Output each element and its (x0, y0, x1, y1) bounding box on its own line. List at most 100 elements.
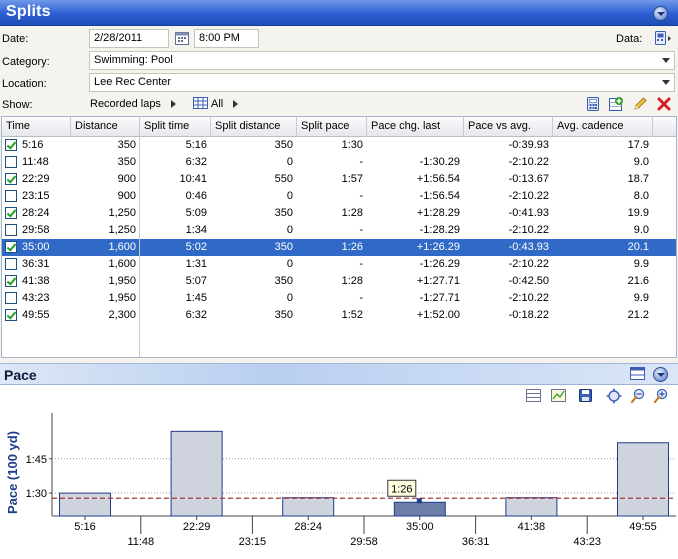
calendar-icon[interactable] (174, 30, 190, 46)
x-tick-label: 29:58 (350, 536, 378, 548)
plot-area (52, 413, 676, 516)
row-checkbox[interactable] (5, 224, 17, 236)
row-checkbox[interactable] (5, 173, 17, 185)
cell-pace-chg: -1:26.29 (419, 258, 460, 270)
cell-cadence: 20.1 (627, 241, 649, 253)
column-header-split-distance[interactable]: Split distance (211, 117, 297, 137)
delete-x-icon[interactable] (656, 96, 672, 112)
column-header-split-pace[interactable]: Split pace (297, 117, 367, 137)
add-icon[interactable] (608, 96, 624, 112)
column-header-distance[interactable]: Distance (71, 117, 140, 137)
cell-pace-vs-avg: -0:13.67 (508, 173, 549, 185)
row-checkbox[interactable] (5, 139, 17, 151)
row-checkbox[interactable] (5, 241, 17, 253)
pace-bar[interactable] (393, 501, 446, 517)
table-row[interactable]: 29:58 1,250 1:34 0 - -1:28.29 -2:10.22 9.0 (2, 222, 676, 239)
cell-split-pace: 1:57 (341, 173, 363, 185)
cell-time: 41:38 (22, 275, 50, 287)
table-row[interactable]: 28:24 1,250 5:09 350 1:28 +1:28.29 -0:41.93 19.… (2, 205, 676, 222)
cell-split-time: 5:16 (185, 139, 207, 151)
cell-pace-vs-avg: -2:10.22 (508, 224, 549, 236)
cell-time: 11:48 (22, 156, 49, 168)
chevron-down-icon[interactable] (662, 58, 670, 63)
cell-time: 23:15 (22, 190, 50, 202)
cell-pace-vs-avg: -2:10.22 (508, 190, 549, 202)
date-field[interactable]: 2/28/2011 (89, 29, 169, 48)
category-select[interactable]: Swimming: Pool (89, 51, 675, 70)
cell-split-time: 6:32 (185, 309, 207, 321)
filter-all-button[interactable]: All (211, 98, 223, 110)
collapse-icon[interactable] (653, 6, 668, 21)
pace-bar[interactable] (282, 497, 335, 517)
location-select[interactable]: Lee Rec Center (89, 73, 675, 92)
pace-bar[interactable] (617, 442, 669, 517)
cell-split-pace: - (359, 224, 363, 236)
category-label: Category: (2, 56, 50, 68)
row-checkbox[interactable] (5, 156, 17, 168)
cell-split-time: 5:02 (185, 241, 207, 253)
cell-pace-chg: -1:30.29 (419, 156, 460, 168)
pace-bar[interactable] (170, 430, 223, 517)
cell-time: 29:58 (22, 224, 50, 236)
grid-filter-icon[interactable] (193, 97, 209, 110)
row-checkbox[interactable] (5, 275, 17, 287)
cell-pace-vs-avg: -0:39.93 (508, 139, 549, 151)
table-row[interactable]: 41:38 1,950 5:07 350 1:28 +1:27.71 -0:42.50 21.… (2, 273, 676, 290)
cell-split-pace: - (359, 292, 363, 304)
cell-split-time: 6:32 (185, 156, 207, 168)
location-label: Location: (2, 78, 47, 90)
table-row[interactable]: 35:00 1,600 5:02 350 1:26 +1:26.29 -0:43.93 20.… (2, 239, 676, 256)
calculator-icon[interactable] (585, 96, 601, 112)
cell-pace-chg: +1:52.00 (416, 309, 460, 321)
layout-icon[interactable] (630, 367, 646, 381)
column-header-split-time[interactable]: Split time (140, 117, 211, 137)
pace-bar[interactable] (59, 492, 111, 517)
cell-time: 28:24 (22, 207, 50, 219)
y-tick-label: 1:30 (26, 488, 47, 500)
table-row[interactable]: 43:23 1,950 1:45 0 - -1:27.71 -2:10.22 9.9 (2, 290, 676, 307)
cell-time: 35:00 (22, 241, 50, 253)
data-device-icon[interactable] (653, 30, 673, 46)
cell-split-distance: 350 (274, 139, 293, 151)
column-header-pace-chg-last[interactable]: Pace chg. last (367, 117, 464, 137)
row-checkbox[interactable] (5, 258, 17, 270)
cell-distance: 1,600 (108, 241, 136, 253)
y-axis-label: Pace (100 yd) (5, 431, 20, 514)
cell-split-pace: - (359, 156, 363, 168)
pace-bar[interactable] (505, 497, 558, 517)
row-checkbox[interactable] (5, 190, 17, 202)
row-checkbox[interactable] (5, 292, 17, 304)
table-row[interactable]: 49:55 2,300 6:32 350 1:52 +1:52.00 -0:18.22 21.… (2, 307, 676, 324)
show-recorded-laps-button[interactable]: Recorded laps (90, 98, 161, 110)
column-header-pace-vs-avg[interactable]: Pace vs avg. (464, 117, 553, 137)
cell-split-time: 1:31 (185, 258, 207, 270)
table-row[interactable]: 36:31 1,600 1:31 0 - -1:26.29 -2:10.22 9.9 (2, 256, 676, 273)
cell-split-pace: 1:28 (341, 275, 363, 287)
pace-chart[interactable]: 1:30 1:45 Pace (100 yd) 5:16 22:29 28:24 35:00… (0, 385, 678, 559)
cell-pace-vs-avg: -2:10.22 (508, 258, 549, 270)
row-checkbox[interactable] (5, 207, 17, 219)
cell-split-time: 5:09 (185, 207, 207, 219)
pencil-icon[interactable] (632, 96, 648, 112)
cell-pace-chg: +1:27.71 (416, 275, 460, 287)
cell-distance: 2,300 (108, 309, 136, 321)
cell-distance: 350 (117, 156, 136, 168)
time-field[interactable]: 8:00 PM (194, 29, 259, 48)
column-header-avg-cadence[interactable]: Avg. cadence (553, 117, 653, 137)
cell-split-time: 5:07 (185, 275, 207, 287)
chevron-down-icon[interactable] (662, 80, 670, 85)
x-tick-label: 43:23 (573, 536, 601, 548)
collapse-icon[interactable] (653, 367, 668, 382)
chevron-right-icon[interactable] (171, 100, 176, 108)
cell-split-distance: 350 (274, 241, 293, 253)
cell-cadence: 18.7 (627, 173, 649, 185)
table-row[interactable]: 11:48 350 6:32 0 - -1:30.29 -2:10.22 9.0 (2, 154, 676, 171)
table-row[interactable]: 5:16 350 5:16 350 1:30 -0:39.93 17.9 (2, 137, 676, 154)
cell-split-distance: 0 (286, 258, 293, 270)
chevron-right-icon[interactable] (233, 100, 238, 108)
row-checkbox[interactable] (5, 309, 17, 321)
column-header-time[interactable]: Time (2, 117, 71, 137)
table-row[interactable]: 23:15 900 0:46 0 - -1:56.54 -2:10.22 8.0 (2, 188, 676, 205)
cell-cadence: 21.2 (627, 309, 649, 321)
table-row[interactable]: 22:29 900 10:41 550 1:57 +1:56.54 -0:13.67 18.7 (2, 171, 676, 188)
